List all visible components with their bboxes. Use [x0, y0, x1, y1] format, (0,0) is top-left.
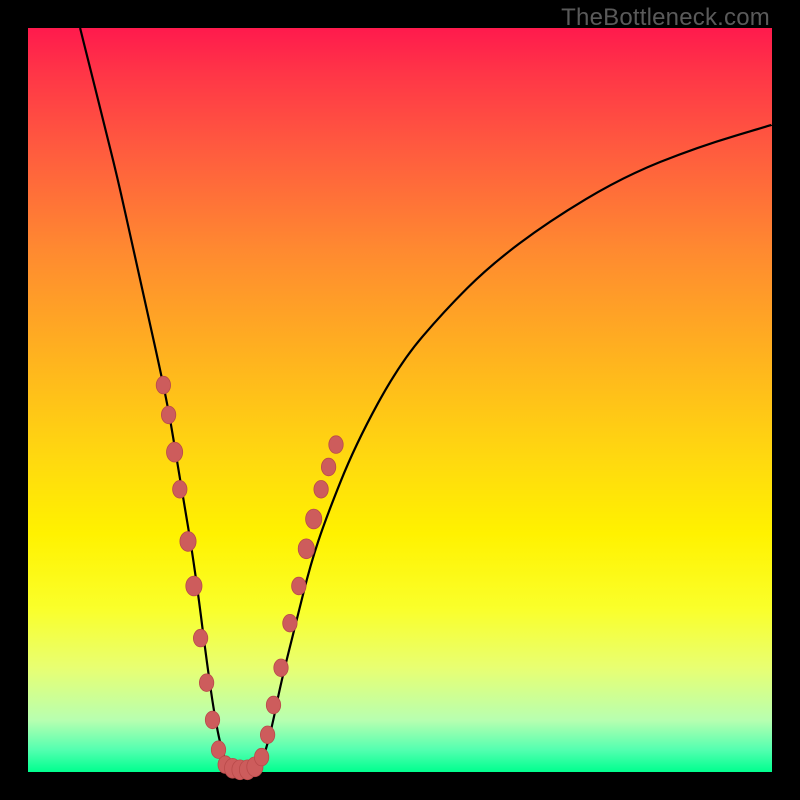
bead-marker [186, 576, 202, 596]
chart-svg [28, 28, 772, 772]
bead-marker [314, 481, 328, 499]
bead-marker [321, 458, 335, 476]
bead-marker [274, 659, 288, 677]
beads-group [156, 376, 343, 779]
bead-marker [205, 711, 219, 729]
bead-marker [260, 726, 274, 744]
v-curve-line [80, 28, 772, 772]
bead-marker [329, 436, 343, 454]
bead-marker [167, 442, 183, 462]
bead-marker [298, 539, 314, 559]
bead-marker [292, 577, 306, 595]
bead-marker [173, 481, 187, 499]
bead-marker [199, 674, 213, 692]
bead-marker [161, 406, 175, 424]
bead-marker [193, 629, 207, 647]
bead-marker [180, 532, 196, 552]
bead-marker [283, 614, 297, 632]
bead-marker [254, 748, 268, 766]
bead-marker [306, 509, 322, 529]
bead-marker [266, 696, 280, 714]
bead-marker [156, 376, 170, 394]
